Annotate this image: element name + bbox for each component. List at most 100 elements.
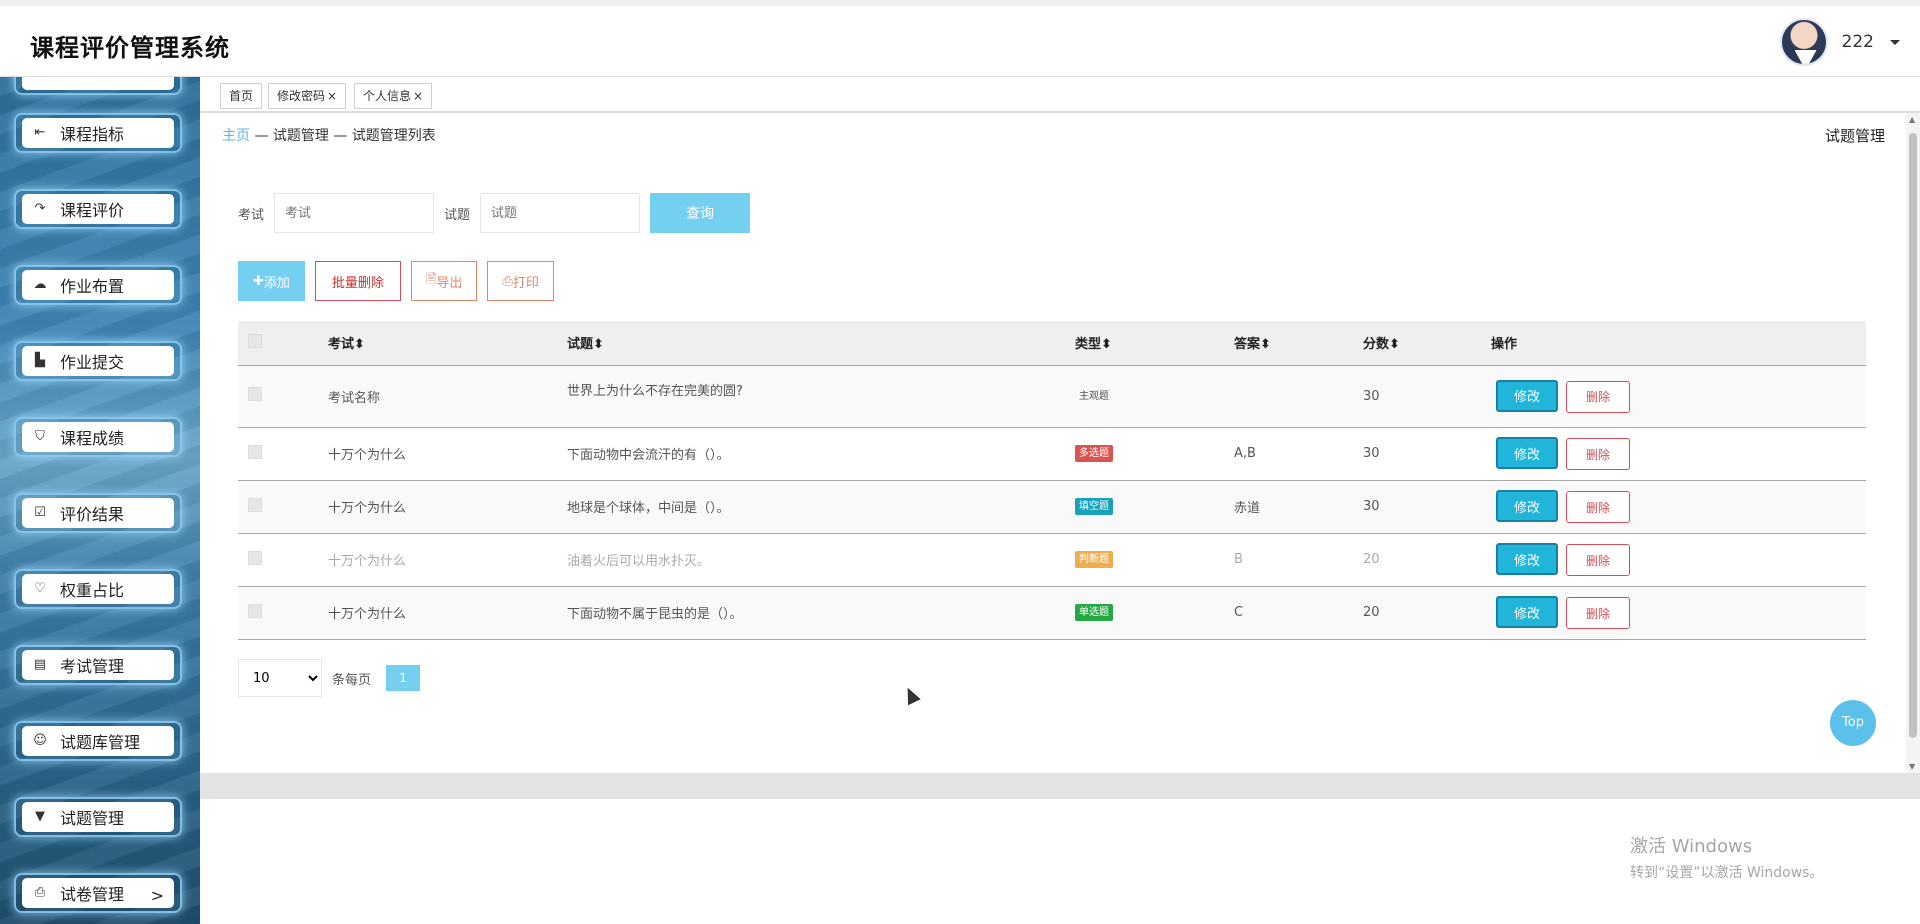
column-header-actions: 操作 [1491, 321, 1866, 366]
app-title: 课程评价管理系统 [30, 34, 230, 62]
edit-button[interactable]: 修改 [1496, 437, 1558, 469]
tab-label: 个人信息 [363, 89, 412, 103]
cell-score: 30 [1363, 480, 1491, 534]
header-label: 分数 [1363, 337, 1390, 353]
cell-answer: C [1234, 586, 1363, 640]
sidebar-item-evaluation-results[interactable]: ☑ 评价结果 [14, 493, 182, 533]
cell-actions: 修改 删除 [1491, 427, 1866, 481]
scroll-up-icon[interactable]: ▲ [1909, 115, 1915, 124]
question-search-input[interactable] [480, 193, 641, 233]
row-checkbox[interactable] [248, 550, 262, 565]
select-all-checkbox[interactable] [248, 333, 262, 348]
select-all-header [238, 321, 328, 366]
print-label: 打印 [512, 275, 539, 291]
cell-type: 单选题 [1075, 586, 1234, 640]
page-number-button[interactable]: 1 [386, 665, 421, 691]
cell-question: 世界上为什么不存在完美的圆? [567, 365, 1075, 428]
type-badge: 主观题 [1079, 390, 1109, 402]
bar-chart-icon: ▙ [35, 353, 45, 368]
exam-search-input[interactable] [274, 193, 435, 233]
sort-icon[interactable]: ⬍ [354, 337, 365, 352]
page-size-select[interactable]: 10 [238, 659, 322, 697]
sidebar-item-weight-ratio[interactable]: ♡ 权重占比 [14, 569, 182, 609]
table-header-row: 考试⬍ 试题⬍ 类型⬍ 答案⬍ 分数⬍ 操作 [238, 321, 1866, 366]
query-button[interactable]: 查询 [650, 193, 751, 233]
table-row: 十万个为什么 下面动物中会流汗的有（）。 多选题 A,B 30 修改 删除 [238, 427, 1866, 481]
edit-button[interactable]: 修改 [1496, 379, 1558, 412]
printer-icon: ⎙ [34, 885, 46, 900]
cloud-icon: ☁ [33, 277, 47, 292]
scroll-thumb[interactable] [1909, 133, 1917, 738]
header-label: 考试 [328, 337, 355, 353]
tab-personal-info[interactable]: 个人信息 × [354, 83, 433, 109]
sidebar-item-question-bank[interactable]: ☺ 试题库管理 [14, 721, 182, 761]
sort-icon[interactable]: ⬍ [1260, 337, 1271, 352]
sort-icon[interactable]: ⬍ [1101, 337, 1112, 352]
header-label: 类型 [1075, 337, 1102, 353]
tab-change-password[interactable]: 修改密码 × [268, 83, 347, 109]
sort-icon[interactable]: ⬍ [1389, 337, 1400, 352]
column-header-question[interactable]: 试题⬍ [567, 321, 1075, 366]
cell-answer: A,B [1234, 427, 1363, 481]
cell-actions: 修改 删除 [1491, 365, 1866, 428]
row-select-cell [238, 480, 328, 534]
close-icon[interactable]: × [413, 89, 423, 103]
breadcrumb-home-link[interactable]: 主页 [222, 128, 250, 144]
edit-button[interactable]: 修改 [1496, 596, 1558, 628]
exam-label: 考试 [238, 207, 265, 223]
sidebar-item-course-evaluation[interactable]: ↷ 课程评价 [14, 189, 182, 229]
close-icon[interactable]: × [327, 89, 337, 103]
user-menu[interactable]: 222 [1779, 17, 1900, 67]
cell-question: 下面动物中会流汗的有（）。 [567, 427, 1075, 481]
sidebar-item-label: 试卷管理 [60, 885, 125, 904]
search-form: 考试 试题 查询 [238, 193, 751, 233]
sidebar-item-paper-management[interactable]: ⎙ 试卷管理 > [14, 873, 182, 913]
sidebar-item-course-grades[interactable]: ⛉ 课程成绩 [14, 417, 182, 457]
type-badge: 多选题 [1075, 445, 1113, 462]
cell-question: 油着火后可以用水扑灭。 [567, 533, 1075, 587]
column-header-type[interactable]: 类型⬍ [1075, 321, 1234, 366]
column-header-exam[interactable]: 考试⬍ [328, 321, 567, 366]
column-header-score[interactable]: 分数⬍ [1363, 321, 1491, 366]
chevron-down-icon[interactable] [1890, 39, 1900, 45]
vertical-scrollbar[interactable]: ▲ ▼ [1906, 113, 1920, 773]
column-header-answer[interactable]: 答案⬍ [1234, 321, 1363, 366]
back-to-top-button[interactable]: Top [1830, 700, 1876, 746]
sidebar-item-label: 权重占比 [60, 581, 125, 600]
footer-bar [200, 773, 1920, 799]
smile-icon: ☺ [33, 733, 47, 748]
user-name[interactable]: 222 [1842, 32, 1874, 52]
print-button[interactable]: ⎙ 打印 [487, 261, 554, 301]
tab-home[interactable]: 首页 [220, 83, 263, 109]
cell-type: 填空题 [1075, 480, 1234, 534]
add-button[interactable]: ✚ 添加 [238, 261, 305, 301]
sidebar-item-course-indicator[interactable]: ⇤ 课程指标 [14, 113, 182, 153]
sidebar: ⇤ 课程指标 ↷ 课程评价 ☁ 作业布置 ▙ 作业提交 ⛉ 课程成绩 ☑ 评价结… [0, 77, 200, 924]
edit-button[interactable]: 修改 [1496, 490, 1558, 522]
cell-answer [1234, 365, 1363, 428]
batch-delete-button[interactable]: 批量删除 [314, 261, 401, 301]
avatar[interactable] [1779, 18, 1828, 66]
sort-icon[interactable]: ⬍ [593, 337, 604, 352]
delete-button[interactable]: 删除 [1566, 438, 1630, 470]
row-checkbox[interactable] [248, 497, 262, 512]
delete-button[interactable]: 删除 [1566, 597, 1630, 629]
sidebar-item-homework-submit[interactable]: ▙ 作业提交 [14, 341, 182, 381]
sidebar-item-partial[interactable] [14, 77, 182, 95]
sidebar-item-question-management[interactable]: ▼ 试题管理 [14, 797, 182, 837]
delete-button[interactable]: 删除 [1566, 491, 1630, 523]
sidebar-item-label: 考试管理 [60, 657, 125, 676]
export-button[interactable]: 🗎 导出 [410, 261, 478, 301]
breadcrumb-separator: — [254, 128, 269, 144]
cell-score: 30 [1363, 427, 1491, 481]
sidebar-item-exam-management[interactable]: ▤ 考试管理 [14, 645, 182, 685]
delete-button[interactable]: 删除 [1566, 380, 1630, 413]
row-checkbox[interactable] [248, 444, 262, 459]
row-checkbox[interactable] [248, 603, 262, 618]
edit-button[interactable]: 修改 [1496, 543, 1558, 575]
row-select-cell [238, 365, 328, 428]
row-checkbox[interactable] [248, 387, 262, 401]
delete-button[interactable]: 删除 [1566, 544, 1630, 576]
sidebar-item-homework-assign[interactable]: ☁ 作业布置 [14, 265, 182, 305]
scroll-down-icon[interactable]: ▼ [1909, 762, 1915, 771]
